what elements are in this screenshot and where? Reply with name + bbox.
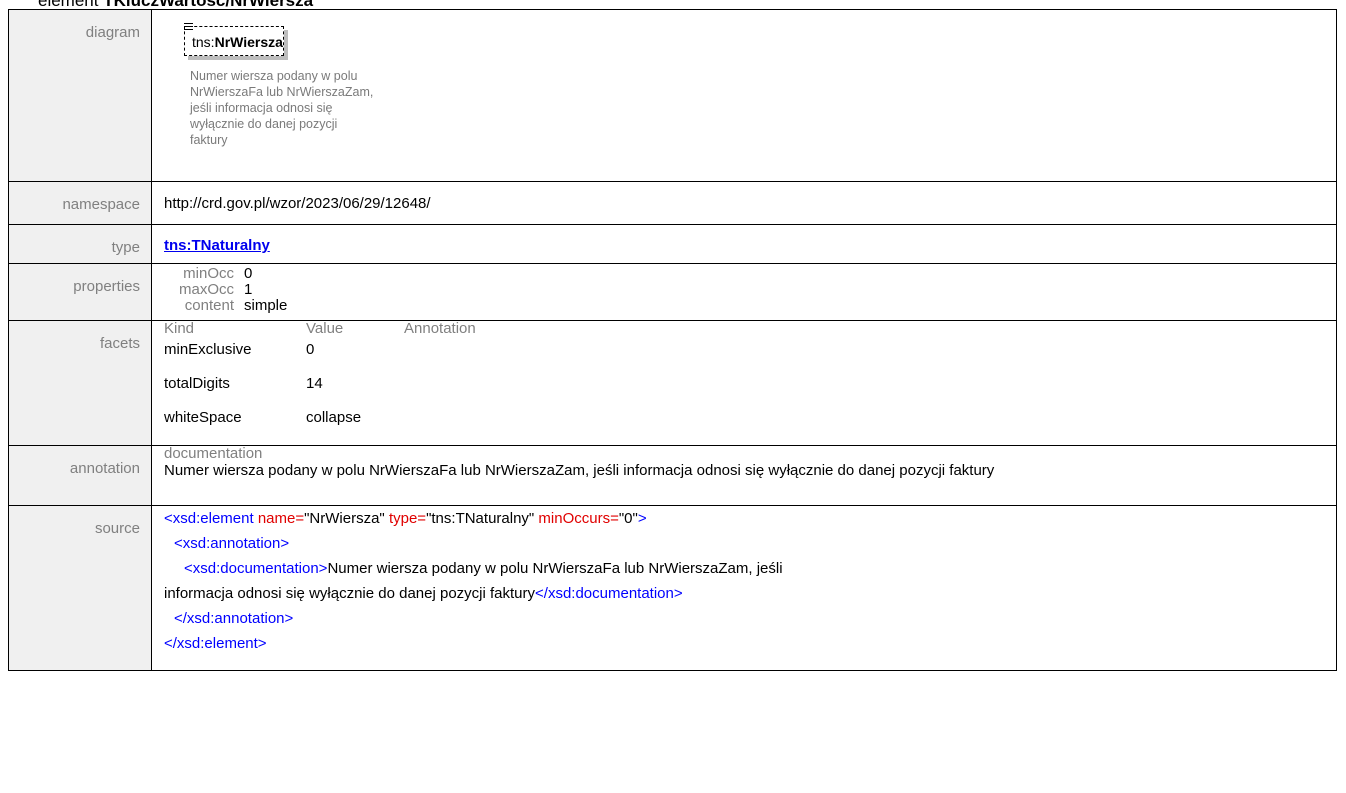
diagram-cell: tns:NrWiersza Numer wiersza podany w pol…	[151, 9, 1337, 182]
src-tag: </xsd:documentation>	[535, 585, 683, 602]
row-annotation: annotation documentation Numer wiersza p…	[8, 445, 1337, 506]
row-namespace: namespace http://crd.gov.pl/wzor/2023/06…	[8, 181, 1337, 225]
annotation-cell: documentation Numer wiersza podany w pol…	[151, 445, 1337, 506]
annotation-doc-label: documentation	[164, 445, 263, 462]
note-line: jeśli informacja odnosi się	[190, 101, 333, 115]
facet-value: 14	[306, 375, 323, 392]
prop-key: minOcc	[183, 265, 234, 282]
src-text: Numer wiersza podany w polu NrWierszaFa …	[327, 560, 783, 577]
facets-col-annotation: Annotation	[404, 320, 476, 337]
documentation-icon	[184, 23, 193, 30]
src-attr: name=	[257, 510, 305, 527]
facet-row: totalDigits 14	[164, 375, 1336, 392]
src-tag: </xsd:element>	[164, 635, 267, 652]
namespace-value: http://crd.gov.pl/wzor/2023/06/29/12648/	[151, 181, 1337, 225]
facet-row: whiteSpace collapse	[164, 409, 1336, 426]
row-facets: facets Kind Value Annotation minExclusiv…	[8, 320, 1337, 446]
facets-header: Kind Value Annotation	[164, 321, 1336, 337]
prop-key: maxOcc	[178, 281, 234, 298]
properties-cell: minOcc 0 maxOcc 1 content simple	[151, 263, 1337, 321]
type-link[interactable]: tns:TNaturalny	[164, 237, 270, 254]
element-doc-table: diagram tns:NrWiersza Numer wiersza poda…	[8, 9, 1337, 671]
src-tag: <xsd:documentation>	[184, 560, 328, 577]
src-attr: minOccurs=	[538, 510, 619, 527]
element-diagram-label: tns:NrWiersza	[192, 34, 283, 50]
label-facets: facets	[8, 320, 152, 446]
src-tag: >	[637, 510, 647, 527]
facet-kind: minExclusive	[164, 341, 252, 358]
src-attr: type=	[388, 510, 427, 527]
note-line: Numer wiersza podany w polu	[190, 69, 358, 83]
src-tag: <xsd:element	[164, 510, 254, 527]
prop-value: 0	[244, 265, 253, 282]
row-diagram: diagram tns:NrWiersza Numer wiersza poda…	[8, 9, 1337, 182]
source-line: <xsd:annotation>	[164, 531, 1336, 556]
source-line: <xsd:documentation>Numer wiersza podany …	[164, 556, 1336, 581]
label-type: type	[8, 224, 152, 264]
note-line: wyłącznie do danej pozycji	[190, 117, 338, 131]
row-source: source <xsd:element name="NrWiersza" typ…	[8, 505, 1337, 671]
annotation-doc-text: Numer wiersza podany w polu NrWierszaFa …	[164, 462, 995, 479]
source-line: informacja odnosi się wyłącznie do danej…	[164, 581, 1336, 606]
facets-cell: Kind Value Annotation minExclusive 0 tot…	[151, 320, 1337, 446]
facet-kind: whiteSpace	[164, 409, 242, 426]
source-code: <xsd:element name="NrWiersza" type="tns:…	[151, 505, 1337, 671]
src-attr-val: "NrWiersza"	[304, 510, 385, 527]
src-attr-val: "0"	[618, 510, 638, 527]
label-source: source	[8, 505, 152, 671]
facet-value: collapse	[306, 409, 362, 426]
note-line: faktury	[190, 133, 228, 147]
facet-row: minExclusive 0	[164, 341, 1336, 358]
src-tag: </xsd:annotation>	[174, 610, 294, 627]
src-tag: <xsd:annotation>	[174, 535, 290, 552]
facets-col-value: Value	[306, 320, 344, 337]
label-diagram: diagram	[8, 9, 152, 182]
label-namespace: namespace	[8, 181, 152, 225]
prop-value: simple	[244, 297, 288, 314]
element-diagram-box[interactable]: tns:NrWiersza	[184, 23, 284, 56]
row-type: type tns:TNaturalny	[8, 224, 1337, 264]
element-ns-prefix: tns:	[192, 34, 215, 50]
label-annotation: annotation	[8, 445, 152, 506]
row-properties: properties minOcc 0 maxOcc 1 content sim…	[8, 263, 1337, 321]
note-line: NrWierszaFa lub NrWierszaZam,	[190, 85, 374, 99]
prop-value: 1	[244, 281, 253, 298]
diagram-annotation-note: Numer wiersza podany w polu NrWierszaFa …	[190, 68, 390, 148]
source-line: <xsd:element name="NrWiersza" type="tns:…	[164, 506, 1336, 531]
facets-col-kind: Kind	[164, 320, 195, 337]
source-line: </xsd:element>	[164, 631, 1336, 656]
src-text: informacja odnosi się wyłącznie do danej…	[164, 585, 536, 602]
prop-key: content	[184, 297, 234, 314]
source-line: </xsd:annotation>	[164, 606, 1336, 631]
element-diagram-name: NrWiersza	[214, 34, 283, 50]
facet-kind: totalDigits	[164, 375, 230, 392]
label-properties: properties	[8, 263, 152, 321]
src-attr-val: "tns:TNaturalny"	[426, 510, 535, 527]
facet-value: 0	[306, 341, 315, 358]
